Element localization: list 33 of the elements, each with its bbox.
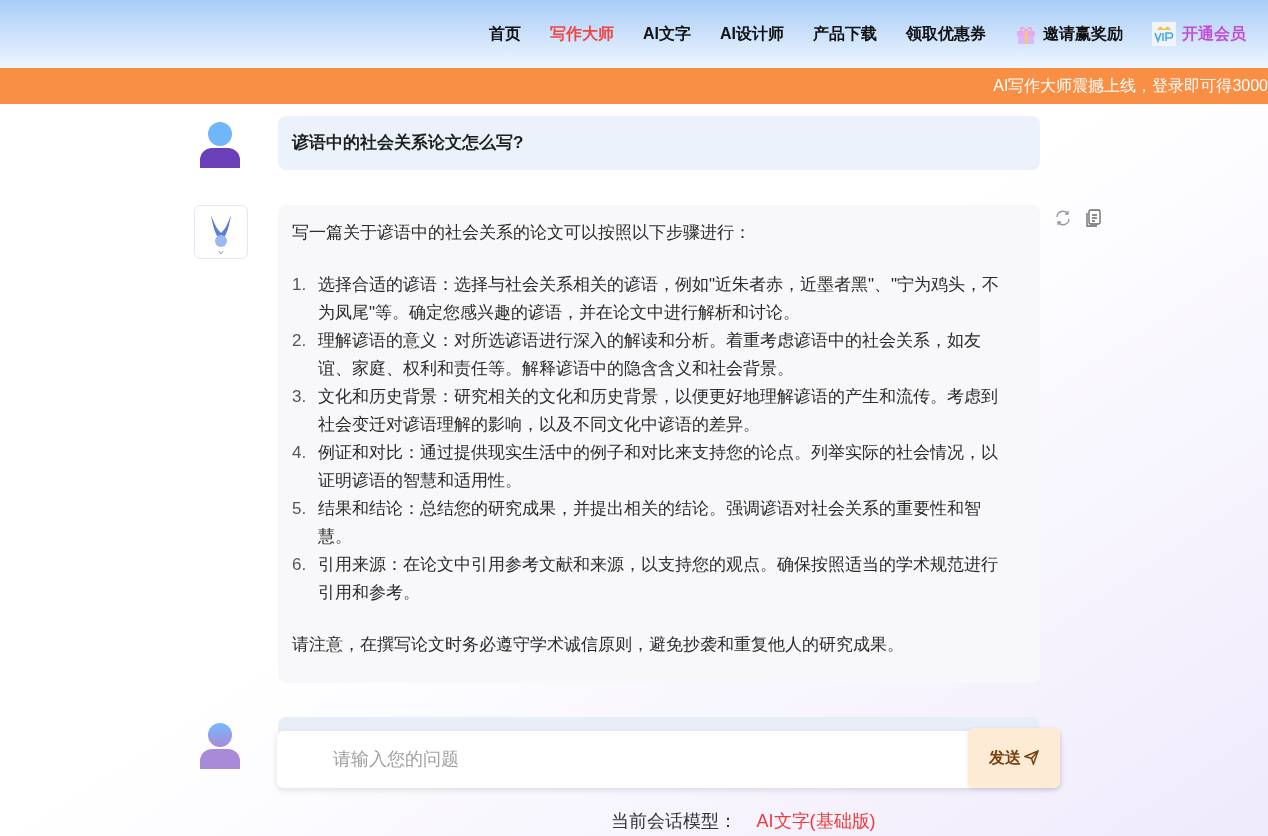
- model-label: 当前会话模型：: [610, 810, 737, 833]
- nav-link[interactable]: AI文字: [643, 22, 691, 46]
- step-number: 1.: [292, 274, 308, 296]
- nav-link[interactable]: 领取优惠券: [906, 22, 986, 46]
- user-avatar-icon: [200, 122, 240, 168]
- nav-link[interactable]: AI设计师: [720, 22, 784, 46]
- step-text: 例证和对比：通过提供现实生活中的例子和对比来支持您的论点。列举实际的社会情况，以证明谚语的智慧和适用性。: [318, 442, 999, 492]
- user-avatar-icon: [200, 723, 240, 769]
- step-text: 文化和历史背景：研究相关的文化和历史背景，以便更好地理解谚语的产生和流传。考虑到社会变迁对谚语理解的影响，以及不同文化中谚语的差异。: [318, 386, 999, 436]
- model-name[interactable]: AI文字(基础版): [756, 808, 876, 835]
- regenerate-icon[interactable]: [1054, 209, 1072, 227]
- nav-link[interactable]: 邀请赢奖励: [1015, 22, 1123, 46]
- step-text: 引用来源：在论文中引用参考文献和来源，以支持您的观点。确保按照适当的学术规范进行引用和参考。: [318, 554, 999, 604]
- step-text: 结果和结论：总结您的研究成果，并提出相关的结论。强调谚语对社会关系的重要性和智慧。: [318, 498, 982, 548]
- nav-link[interactable]: 产品下载: [813, 22, 877, 46]
- send-icon: [1024, 750, 1039, 765]
- logo-icon: [194, 205, 248, 259]
- step-number: 5.: [292, 498, 308, 520]
- answer-intro: 写一篇关于谚语中的社会关系的论文可以按照以下步骤进行：: [292, 222, 752, 244]
- vip-icon: [1152, 22, 1176, 46]
- question-input[interactable]: 请输入您的问题 发送: [277, 731, 1060, 788]
- announcement-text: AI写作大师震撼上线，登录即可得3000: [993, 76, 1268, 96]
- step-number: 3.: [292, 386, 308, 408]
- step-number: 2.: [292, 330, 308, 352]
- step-number: 6.: [292, 554, 308, 576]
- answer-note: 请注意，在撰写论文时务必遵守学术诚信原则，避免抄袭和重复他人的研究成果。: [292, 634, 905, 656]
- copy-icon[interactable]: [1086, 209, 1102, 227]
- question-text: 谚语中的社会关系论文怎么写?: [292, 132, 524, 155]
- step-text: 选择合适的谚语：选择与社会关系相关的谚语，例如"近朱者赤，近墨者黑"、"宁为鸡头，不为凤尾"等。确定您感兴趣的谚语，并在论文中进行解析和讨论。: [318, 274, 1001, 324]
- nav-link[interactable]: 首页: [489, 22, 521, 46]
- step-text: 理解谚语的意义：对所选谚语进行深入的解读和分析。着重考虑谚语中的社会关系，如友谊、家庭、权利和责任等。解释谚语中的隐含含义和社会背景。: [318, 330, 982, 380]
- step-number: 4.: [292, 442, 308, 464]
- send-button[interactable]: 发送: [968, 727, 1060, 788]
